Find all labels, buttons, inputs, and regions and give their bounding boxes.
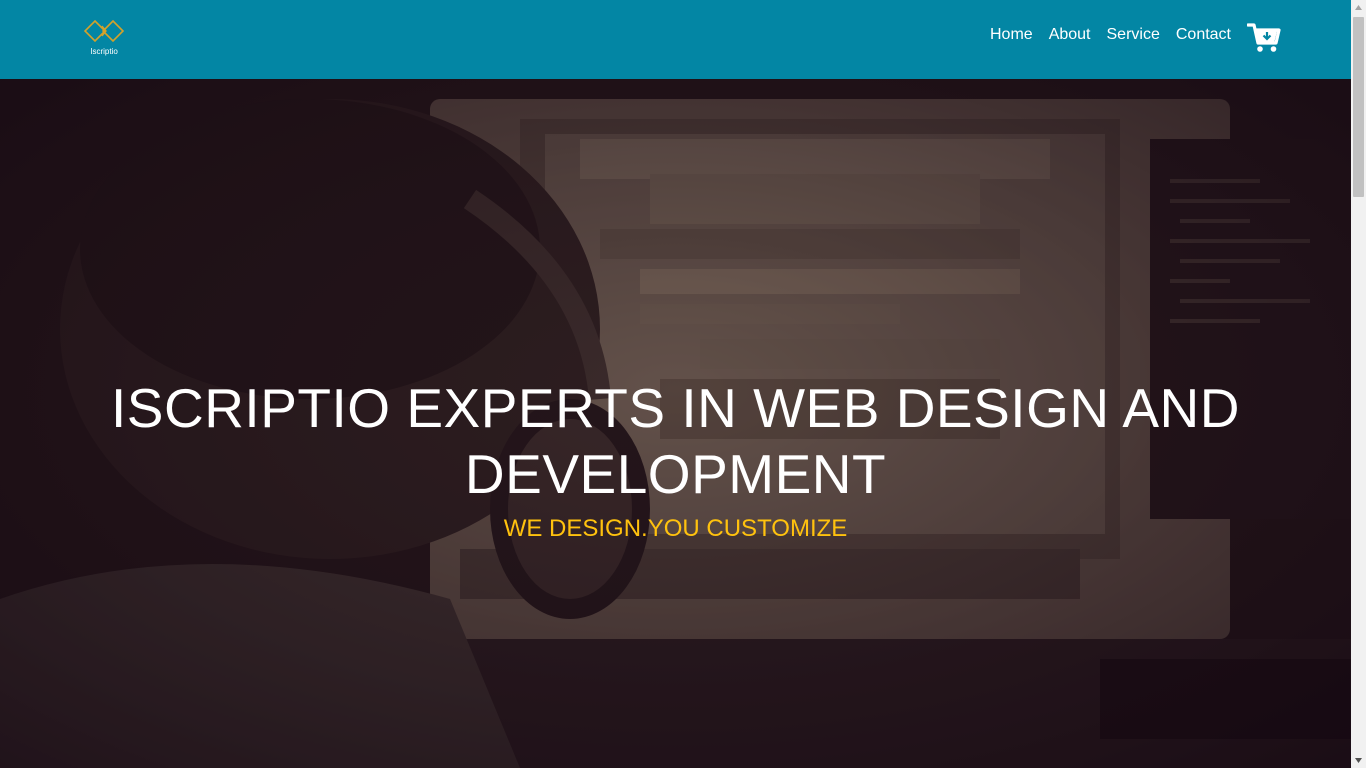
nav-contact-link[interactable]: Contact (1168, 25, 1239, 45)
page: Iscriptio Home About Service Contact ISC… (0, 0, 1366, 768)
hero-title: ISCRIPTIO EXPERTS IN WEB DESIGN AND DEVE… (111, 377, 1240, 505)
navbar: Iscriptio Home About Service Contact (0, 0, 1351, 79)
hero-section: ISCRIPTIO EXPERTS IN WEB DESIGN AND DEVE… (0, 79, 1351, 768)
logo[interactable]: Iscriptio (84, 18, 124, 58)
diamond-logo-icon (84, 19, 124, 43)
vertical-scrollbar[interactable] (1351, 0, 1366, 768)
hero-subtitle: WE DESIGN.YOU CUSTOMIZE (503, 515, 848, 542)
scrollbar-thumb[interactable] (1353, 17, 1364, 197)
cart-download-icon (1246, 23, 1281, 52)
scroll-up-arrow-icon[interactable] (1351, 0, 1366, 15)
nav-about-link[interactable]: About (1041, 25, 1099, 45)
logo-text: Iscriptio (90, 47, 118, 56)
cart-button[interactable] (1246, 22, 1281, 54)
scroll-down-arrow-icon[interactable] (1351, 753, 1366, 768)
nav-service-link[interactable]: Service (1099, 25, 1168, 45)
nav-home-link[interactable]: Home (982, 25, 1041, 45)
main-nav: Home About Service Contact (982, 25, 1239, 45)
